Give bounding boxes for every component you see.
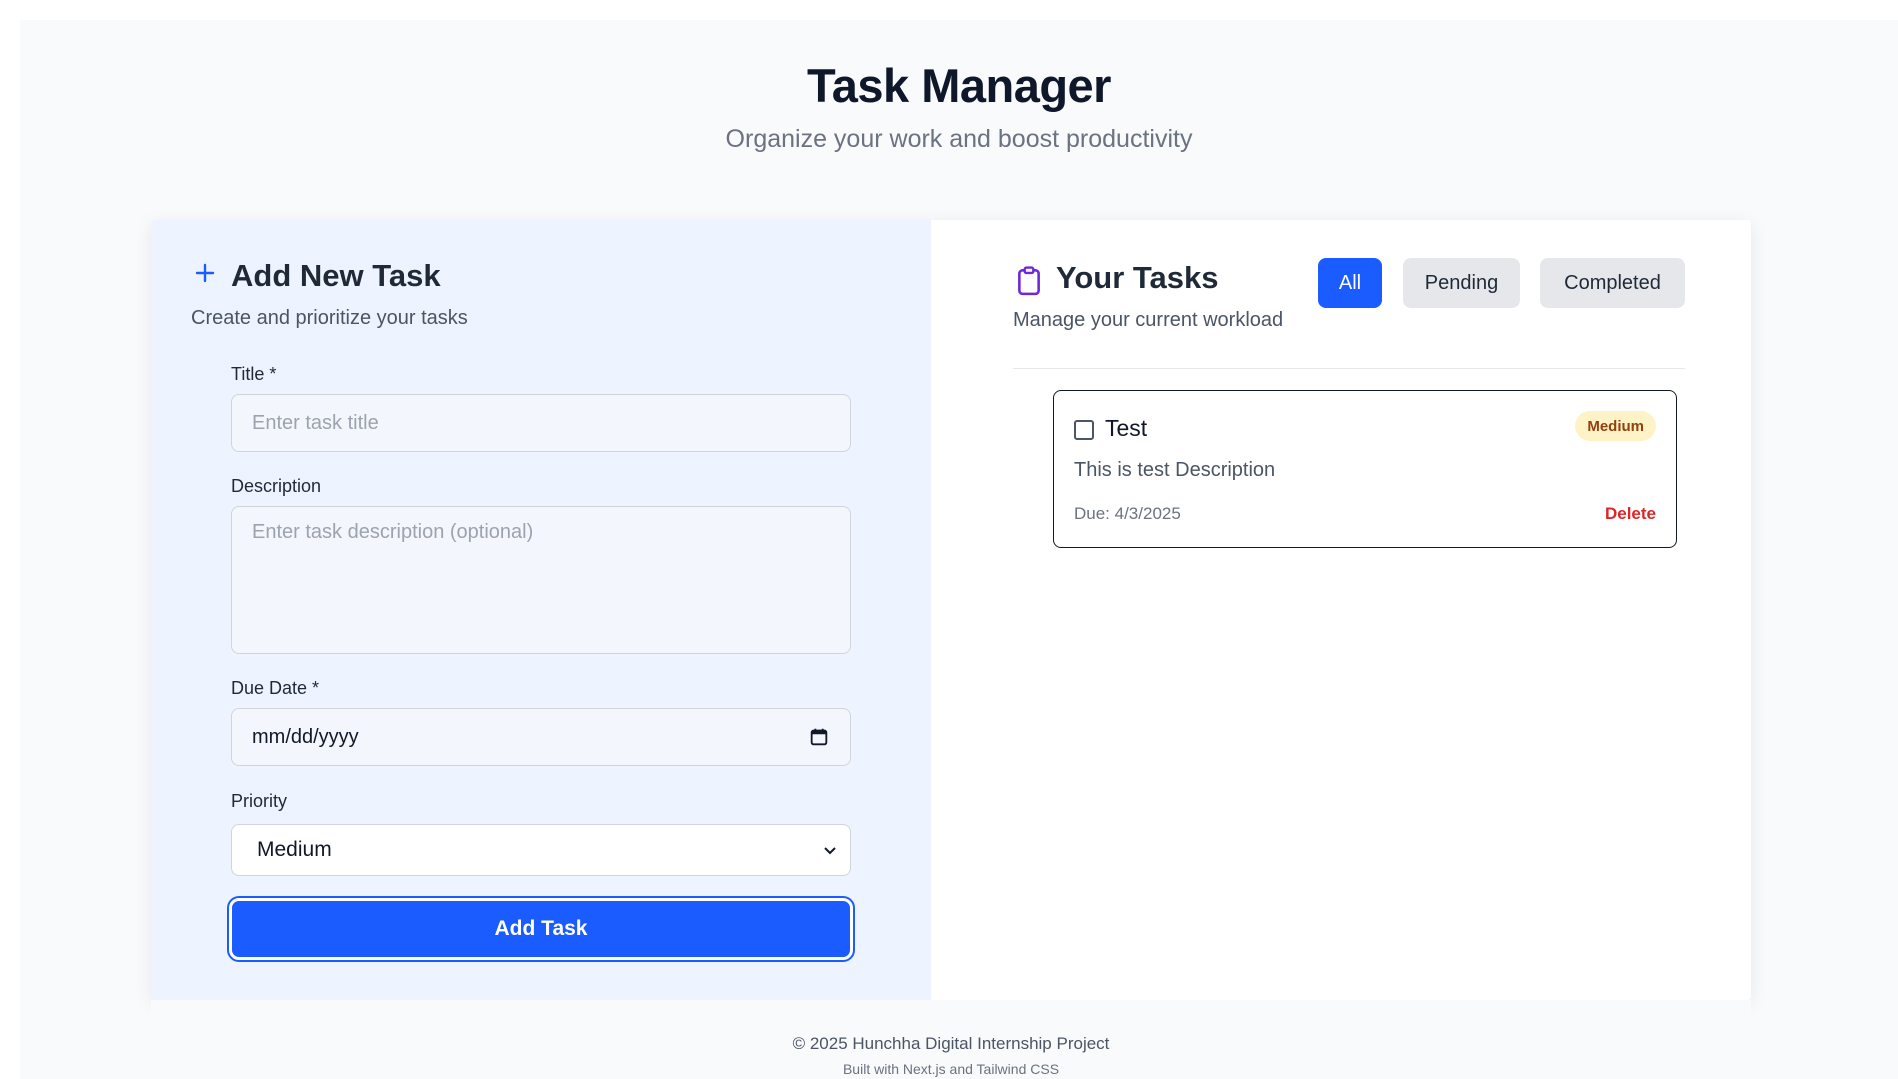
due-date-input[interactable]: mm/dd/yyyy bbox=[231, 708, 851, 766]
description-textarea[interactable] bbox=[231, 506, 851, 654]
add-task-heading: Add New Task bbox=[231, 258, 441, 293]
due-date-label: Due Date * bbox=[231, 678, 320, 698]
priority-selected-value: Medium bbox=[257, 838, 332, 861]
add-task-panel: Add New Task Create and prioritize your … bbox=[151, 220, 931, 1000]
add-task-button[interactable]: Add Task bbox=[227, 896, 855, 962]
due-date-value: mm/dd/yyyy bbox=[252, 725, 359, 748]
divider bbox=[1013, 368, 1685, 369]
delete-task-button[interactable]: Delete bbox=[1605, 504, 1656, 524]
clipboard-icon bbox=[1018, 266, 1040, 296]
main-card: Add New Task Create and prioritize your … bbox=[151, 220, 1751, 1000]
plus-icon bbox=[195, 263, 215, 283]
chevron-down-icon bbox=[824, 847, 836, 855]
priority-select[interactable]: Medium bbox=[231, 824, 851, 876]
footer-copyright: © 2025 Hunchha Digital Internship Projec… bbox=[792, 1034, 1110, 1053]
task-card: Test Medium This is test Description Due… bbox=[1053, 390, 1677, 548]
task-description: This is test Description bbox=[1074, 459, 1276, 481]
title-label: Title * bbox=[231, 364, 277, 384]
tasks-panel: Your Tasks Manage your current workload … bbox=[931, 220, 1751, 1000]
footer: © 2025 Hunchha Digital Internship Projec… bbox=[151, 1000, 1751, 1079]
task-complete-checkbox[interactable] bbox=[1074, 420, 1094, 440]
filter-pending-button[interactable]: Pending bbox=[1403, 258, 1520, 308]
task-title: Test bbox=[1105, 415, 1148, 441]
filter-completed-button[interactable]: Completed bbox=[1540, 258, 1685, 308]
app-title: Task Manager bbox=[807, 59, 1111, 112]
filter-all-button[interactable]: All bbox=[1318, 258, 1382, 308]
calendar-icon[interactable] bbox=[808, 726, 830, 748]
priority-badge: Medium bbox=[1575, 411, 1656, 441]
add-task-subheading: Create and prioritize your tasks bbox=[191, 307, 468, 329]
priority-label: Priority bbox=[231, 791, 288, 811]
tasks-heading: Your Tasks bbox=[1056, 260, 1219, 295]
footer-built-with: Built with Next.js and Tailwind CSS bbox=[842, 1061, 1060, 1077]
tasks-subheading: Manage your current workload bbox=[1013, 309, 1284, 331]
title-input[interactable] bbox=[231, 394, 851, 452]
task-due-date: Due: 4/3/2025 bbox=[1074, 504, 1181, 523]
page: Task Manager Organize your work and boos… bbox=[20, 20, 1898, 1079]
description-label: Description bbox=[231, 476, 322, 496]
app-subtitle: Organize your work and boost productivit… bbox=[725, 125, 1193, 153]
